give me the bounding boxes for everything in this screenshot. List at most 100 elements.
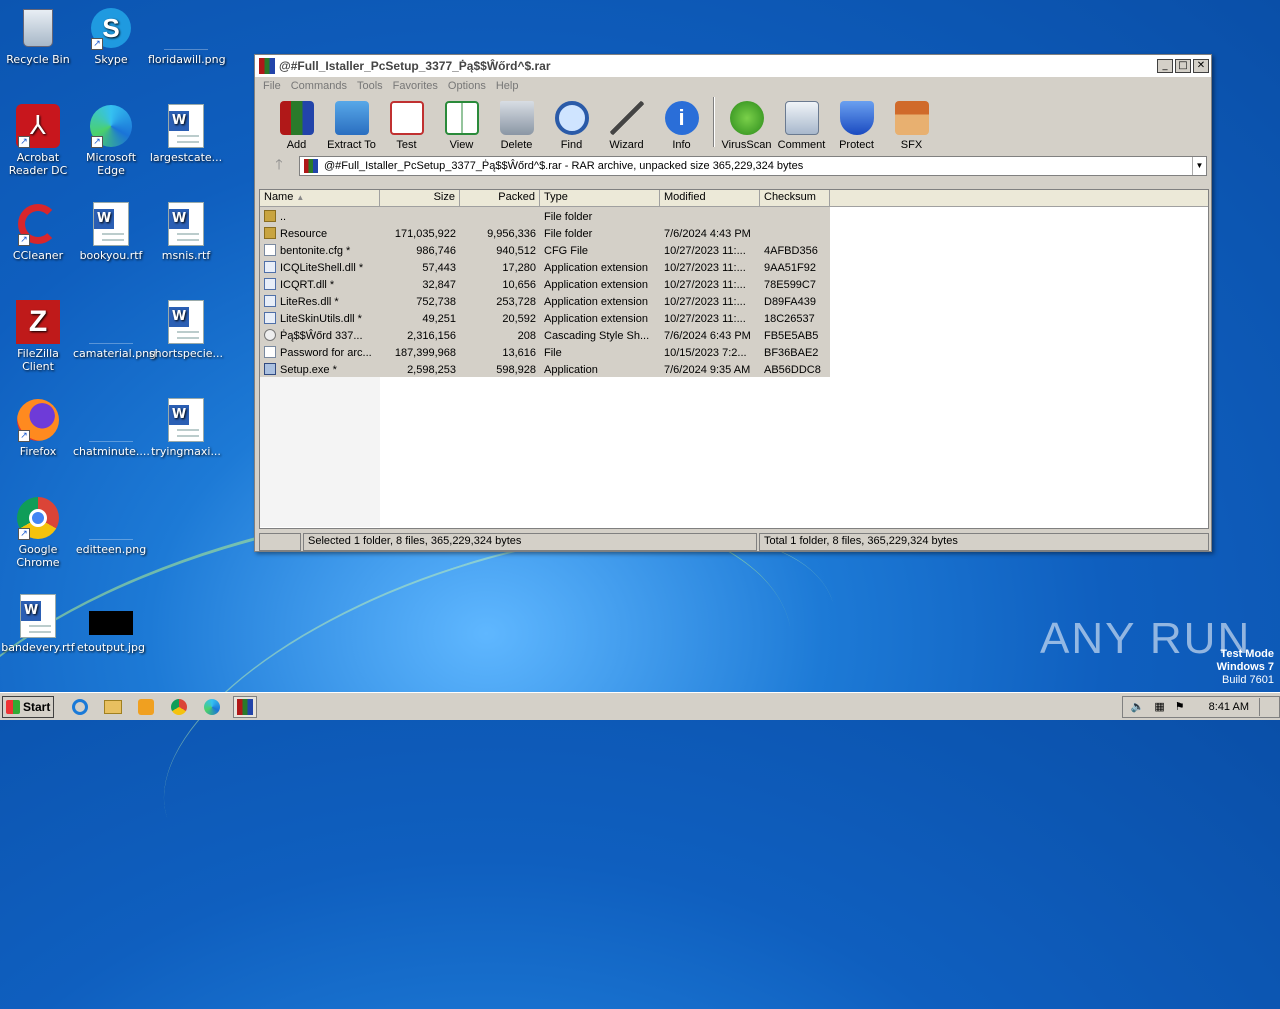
- desktop-icon-bookyou[interactable]: W bookyou.rtf: [73, 202, 149, 262]
- desktop-icon-camaterial[interactable]: camaterial.png: [73, 300, 156, 360]
- virusscan-button[interactable]: VirusScan: [719, 101, 774, 151]
- close-button[interactable]: ✕: [1193, 59, 1209, 73]
- ie-icon[interactable]: [68, 696, 92, 718]
- image-file-icon: [89, 300, 133, 344]
- status-bar: Selected 1 folder, 8 files, 365,229,324 …: [259, 533, 1209, 551]
- table-row[interactable]: Password for arc... 187,399,968 13,616 File…: [260, 344, 830, 361]
- file-list[interactable]: Name ▲ Size Packed Type Modified Checksu…: [259, 189, 1209, 529]
- toolbar: Add Extract To Test View Delete Find Wiz…: [255, 95, 1211, 153]
- bug-icon: [729, 101, 764, 135]
- show-desktop-button[interactable]: [1259, 697, 1271, 716]
- info-icon: i: [664, 101, 699, 135]
- window-title: @#Full_Istaller_PcSetup_3377_Ṗą$$Ŵőrd^$.…: [279, 59, 551, 73]
- address-row: 🡑 @#Full_Istaller_PcSetup_3377_Ṗą$$Ŵőrd^…: [255, 153, 1211, 179]
- address-bar[interactable]: @#Full_Istaller_PcSetup_3377_Ṗą$$Ŵőrd^$.…: [299, 156, 1207, 176]
- image-file-icon: [164, 6, 208, 50]
- speaker-icon[interactable]: 🔈: [1131, 700, 1145, 713]
- menu-favorites[interactable]: Favorites: [393, 80, 438, 92]
- shield-icon: [839, 101, 874, 135]
- desktop-icon-editteen[interactable]: editteen.png: [73, 496, 149, 556]
- file-icon: [264, 346, 276, 358]
- title-bar[interactable]: @#Full_Istaller_PcSetup_3377_Ṗą$$Ŵőrd^$.…: [255, 55, 1211, 77]
- windows-flag-icon: [6, 699, 20, 714]
- desktop-icon-filezilla[interactable]: Z FileZilla Client: [0, 300, 76, 373]
- chevron-down-icon[interactable]: ▼: [1192, 157, 1206, 175]
- desktop-icon-edge[interactable]: ↗ Microsoft Edge: [73, 104, 149, 177]
- word-document-icon: W: [164, 104, 208, 148]
- up-arrow-icon[interactable]: 🡑: [259, 154, 299, 178]
- delete-button[interactable]: Delete: [489, 101, 544, 151]
- desktop-icon-shortspecie[interactable]: W shortspecie...: [148, 300, 224, 360]
- magnifier-icon: [554, 101, 589, 135]
- column-packed[interactable]: Packed: [460, 190, 540, 206]
- desktop-icon-firefox[interactable]: ↗ Firefox: [0, 398, 76, 458]
- table-row[interactable]: ICQLiteShell.dll * 57,443 17,280 Applicatio…: [260, 259, 830, 276]
- gear-icon: [264, 329, 276, 341]
- desktop-icon-msnis[interactable]: W msnis.rtf: [148, 202, 224, 262]
- edge-icon[interactable]: [200, 696, 224, 718]
- table-row[interactable]: LiteSkinUtils.dll * 49,251 20,592 Applicati…: [260, 310, 830, 327]
- add-button[interactable]: Add: [269, 101, 324, 151]
- folder-icon: [264, 227, 276, 239]
- menu-commands[interactable]: Commands: [291, 80, 347, 92]
- add-icon: [279, 101, 314, 135]
- table-row[interactable]: Resource 171,035,922 9,956,336 File folder 7…: [260, 225, 830, 242]
- table-row[interactable]: .. File folder: [260, 208, 830, 225]
- winrar-taskbar-icon[interactable]: [233, 695, 257, 718]
- test-button[interactable]: Test: [379, 101, 434, 151]
- desktop-icon-recycle-bin[interactable]: Recycle Bin: [0, 6, 76, 66]
- desktop-icon-floridawill[interactable]: floridawill.png: [148, 6, 226, 66]
- column-type[interactable]: Type: [540, 190, 660, 206]
- desktop-icon-etoutput[interactable]: etoutput.jpg: [73, 594, 149, 654]
- extract-to-button[interactable]: Extract To: [324, 101, 379, 151]
- column-name[interactable]: Name ▲: [260, 190, 380, 206]
- minimize-button[interactable]: _: [1157, 59, 1173, 73]
- protect-button[interactable]: Protect: [829, 101, 884, 151]
- table-row[interactable]: LiteRes.dll * 752,738 253,728 Application e…: [260, 293, 830, 310]
- table-row[interactable]: bentonite.cfg * 986,746 940,512 CFG File 10/…: [260, 242, 830, 259]
- menu-tools[interactable]: Tools: [357, 80, 383, 92]
- taskbar: Start 🔈 ▦ ⚑ 8:41 AM: [0, 692, 1280, 720]
- clock[interactable]: 8:41 AM: [1209, 701, 1249, 713]
- desktop-icon-chrome[interactable]: ↗ Google Chrome: [0, 496, 76, 569]
- table-row[interactable]: ICQRT.dll * 32,847 10,656 Application exten…: [260, 276, 830, 293]
- chrome-icon[interactable]: [167, 696, 191, 718]
- info-button[interactable]: i Info: [654, 101, 709, 151]
- table-row[interactable]: Setup.exe * 2,598,253 598,928 Application 7/…: [260, 361, 830, 378]
- dll-icon: [264, 278, 276, 290]
- maximize-button[interactable]: □: [1175, 59, 1191, 73]
- view-button[interactable]: View: [434, 101, 489, 151]
- menu-file[interactable]: File: [263, 80, 281, 92]
- column-checksum[interactable]: Checksum: [760, 190, 830, 206]
- desktop-icon-bandevery[interactable]: W bandevery.rtf: [0, 594, 76, 654]
- desktop-icon-tryingmaxi[interactable]: W tryingmaxi...: [148, 398, 224, 458]
- column-modified[interactable]: Modified: [660, 190, 760, 206]
- winrar-window[interactable]: @#Full_Istaller_PcSetup_3377_Ṗą$$Ŵőrd^$.…: [254, 54, 1212, 552]
- desktop-icon-largestcate[interactable]: W largestcate...: [148, 104, 224, 164]
- menu-help[interactable]: Help: [496, 80, 519, 92]
- word-document-icon: W: [89, 202, 133, 246]
- desktop-icon-chatminute[interactable]: chatminute....: [73, 398, 150, 458]
- explorer-icon[interactable]: [101, 696, 125, 718]
- find-button[interactable]: Find: [544, 101, 599, 151]
- firefox-icon: ↗: [16, 398, 60, 442]
- sfx-button[interactable]: SFX: [884, 101, 939, 151]
- word-document-icon: W: [164, 202, 208, 246]
- wizard-button[interactable]: Wizard: [599, 101, 654, 151]
- desktop-icon-acrobat[interactable]: ⅄ ↗ Acrobat Reader DC: [0, 104, 76, 177]
- desktop-icon-skype[interactable]: S ↗ Skype: [73, 6, 149, 66]
- media-player-icon[interactable]: [134, 696, 158, 718]
- flag-icon[interactable]: ⚑: [1175, 700, 1185, 713]
- edge-icon: ↗: [89, 104, 133, 148]
- network-icon[interactable]: ▦: [1154, 700, 1164, 713]
- start-button[interactable]: Start: [2, 695, 54, 718]
- drive-key-icon[interactable]: [259, 533, 301, 551]
- table-row[interactable]: Ṗą$$Ŵőrd 337... 2,316,156 208 Cascading Sty…: [260, 327, 830, 344]
- magic-wand-icon: [609, 101, 644, 135]
- column-headers: Name ▲ Size Packed Type Modified Checksu…: [260, 190, 1208, 207]
- menu-options[interactable]: Options: [448, 80, 486, 92]
- comment-button[interactable]: Comment: [774, 101, 829, 151]
- dll-icon: [264, 295, 276, 307]
- desktop-icon-ccleaner[interactable]: ↗ CCleaner: [0, 202, 76, 262]
- column-size[interactable]: Size: [380, 190, 460, 206]
